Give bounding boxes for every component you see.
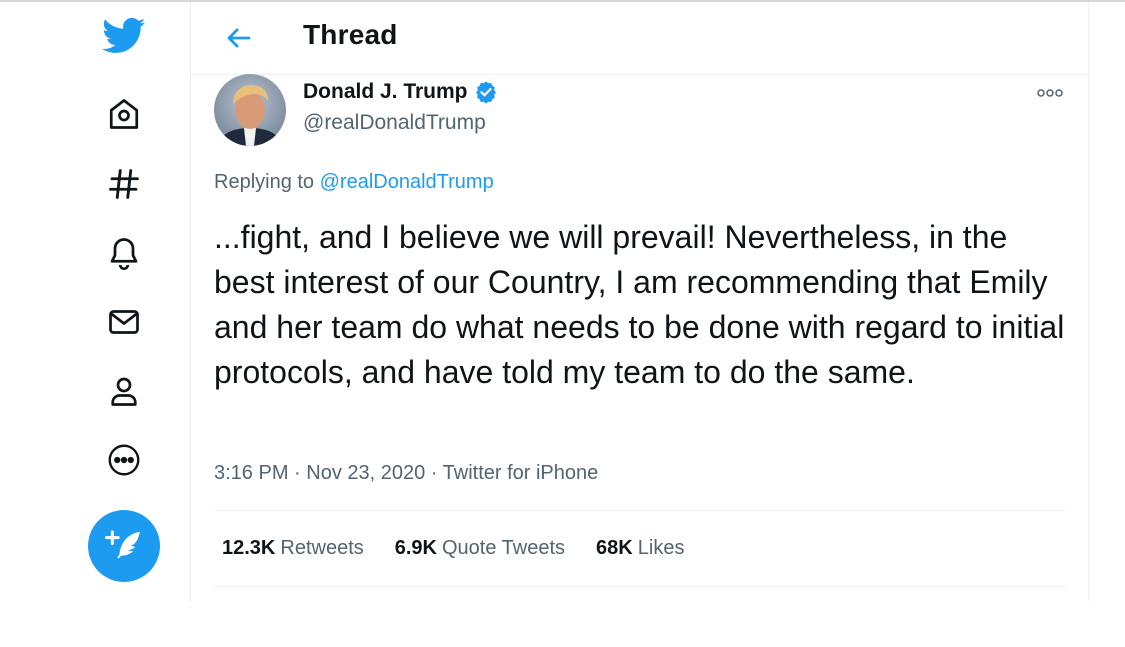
more-dots-icon [1037, 89, 1063, 97]
stat-value: 6.9K [394, 537, 437, 559]
tweet-timestamp[interactable]: 3:16 PM · Nov 23, 2020 · Twitter for iPh… [214, 462, 598, 485]
tweet-stats: 12.3K Retweets 6.9K Quote Tweets 68K Likes [222, 537, 684, 560]
stat-value: 68K [596, 537, 633, 559]
replying-to-mention[interactable]: @realDonaldTrump [320, 171, 494, 193]
author-handle[interactable]: @realDonaldTrump [303, 111, 486, 135]
stat-value: 12.3K [222, 537, 276, 559]
feather-plus-icon [105, 530, 140, 559]
divider [214, 510, 1066, 511]
more-options-button[interactable] [1028, 80, 1072, 106]
replying-to-line: Replying to @realDonaldTrump [214, 171, 494, 194]
stat-label: Quote Tweets [442, 537, 566, 559]
bell-icon[interactable] [102, 231, 146, 275]
stat-retweets[interactable]: 12.3K Retweets [222, 537, 364, 560]
page-title: Thread [303, 19, 398, 50]
person-icon[interactable] [102, 369, 146, 413]
more-circle-icon[interactable] [102, 438, 146, 482]
thread-header: Thread [191, 2, 1088, 75]
home-icon[interactable] [102, 92, 146, 136]
tweet-text: ...fight, and I believe we will prevail!… [214, 219, 1065, 390]
envelope-icon[interactable] [102, 300, 146, 344]
replying-to-prefix: Replying to [214, 171, 315, 193]
stat-quote-tweets[interactable]: 6.9K Quote Tweets [395, 537, 565, 560]
back-button[interactable] [221, 20, 257, 56]
twitter-bird-icon[interactable] [102, 14, 146, 58]
author-name[interactable]: Donald J. Trump [303, 80, 468, 104]
stat-label: Retweets [280, 537, 364, 559]
avatar[interactable] [214, 74, 286, 146]
sidebar-nav [0, 2, 190, 602]
divider [214, 586, 1066, 587]
compose-tweet-button[interactable] [88, 510, 160, 582]
stat-label: Likes [637, 537, 685, 559]
hashtag-icon[interactable] [102, 162, 146, 206]
verified-badge-icon [475, 81, 496, 104]
author-row: Donald J. Trump [303, 80, 498, 104]
column-divider [1088, 2, 1089, 602]
sidebar-divider [190, 2, 191, 602]
arrow-left-icon [227, 28, 251, 48]
stat-likes[interactable]: 68K Likes [596, 537, 684, 560]
